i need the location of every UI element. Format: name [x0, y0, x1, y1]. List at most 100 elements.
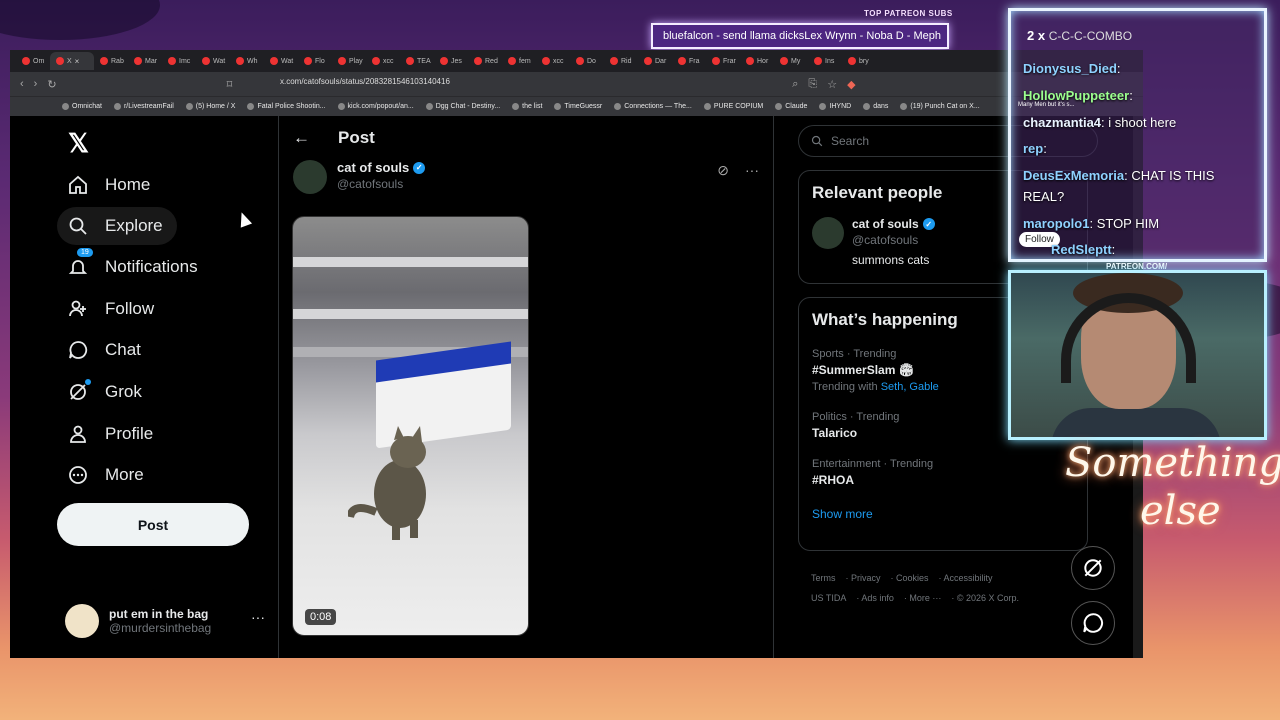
nav-profile[interactable]: Profile [57, 415, 167, 453]
tab-favicon-icon [406, 57, 414, 65]
bookmark-label: IHYND [829, 103, 852, 110]
browser-tab[interactable]: Jes [434, 52, 468, 70]
footer-link[interactable]: Privacy [851, 573, 881, 583]
browser-tab[interactable]: Dar [638, 52, 672, 70]
trend-with-names[interactable]: Seth, Gable [881, 381, 939, 393]
browser-tab[interactable]: Wh [230, 52, 264, 70]
x-logo-icon[interactable]: 𝕏 [68, 128, 89, 159]
account-switcher[interactable]: put em in the bag @murdersinthebag ··· [65, 601, 265, 641]
bookmark-item[interactable]: (5) Home / X [185, 103, 235, 110]
browser-tab[interactable]: Fra [672, 52, 706, 70]
bookmark-item[interactable]: PURE COPIUM [703, 103, 763, 110]
footer-link[interactable]: Terms [811, 573, 836, 583]
browser-tab[interactable]: Flo [298, 52, 332, 70]
footer-link[interactable]: More ··· [909, 593, 941, 603]
bookmark-item[interactable]: TimeGuessr [554, 103, 602, 110]
person-name[interactable]: cat of souls [852, 217, 919, 231]
trend-with-prefix: Trending with [812, 381, 878, 393]
nav-more[interactable]: More [57, 456, 158, 494]
browser-tab[interactable]: Play [332, 52, 366, 70]
bookmark-item[interactable]: Dgg Chat - Destiny... [425, 103, 500, 110]
bookmark-item[interactable]: r/LivestreamFail [113, 103, 174, 110]
browser-tab[interactable]: Rid [604, 52, 638, 70]
browser-tab[interactable]: Om [16, 52, 50, 70]
nav-follow-label: Follow [105, 299, 155, 318]
browser-tab[interactable]: TEA [400, 52, 434, 70]
trend-item[interactable]: Entertainment · Trending #RHOA [799, 440, 1087, 487]
nav-follow[interactable]: Follow [57, 290, 168, 328]
bookmark-icon[interactable]: ⌑ [227, 78, 233, 91]
video-duration: 0:08 [305, 609, 337, 625]
bookmark-item[interactable]: dans [863, 103, 888, 110]
browser-tab[interactable]: X × [50, 52, 94, 70]
forward-icon[interactable]: › [34, 78, 38, 90]
post-video[interactable]: 0:08 [292, 216, 529, 636]
extension-icon[interactable]: ◆ [847, 78, 855, 91]
palm-silhouette [0, 0, 160, 40]
bookmark-item[interactable]: (19) Punch Cat on X... [900, 103, 980, 110]
footer-link[interactable]: Accessibility [944, 573, 993, 583]
bookmark-item[interactable]: Fatal Police Shootin... [247, 103, 326, 110]
bookmark-item[interactable]: the list [512, 103, 542, 110]
browser-tab[interactable]: Wat [264, 52, 298, 70]
chat-text: : [1111, 242, 1116, 257]
show-more-link[interactable]: Show more [799, 487, 1087, 535]
chat-text: : i shoot here [1101, 115, 1177, 130]
more-options-icon[interactable]: ··· [745, 162, 759, 179]
bookmark-item[interactable]: IHYND [819, 103, 851, 110]
zoom-icon[interactable]: ⌕ [792, 78, 798, 91]
footer-link[interactable]: US TIDA [811, 593, 846, 603]
nav-home[interactable]: Home [57, 166, 164, 204]
browser-tab[interactable]: Do [570, 52, 604, 70]
grok-fab[interactable] [1071, 546, 1115, 590]
browser-tab[interactable]: My [774, 52, 808, 70]
chat-message: chazmantia4: i shoot here [1023, 115, 1176, 130]
tab-favicon-icon [236, 57, 244, 65]
reload-icon[interactable]: ↻ [47, 78, 56, 91]
author-name[interactable]: cat of souls [337, 160, 409, 175]
author-handle[interactable]: @catofsouls [337, 177, 425, 191]
footer-link[interactable]: Cookies [896, 573, 929, 583]
account-menu-icon[interactable]: ··· [251, 609, 265, 625]
chat-username: chazmantia4 [1023, 115, 1102, 130]
person-avatar[interactable] [812, 217, 844, 249]
post-column: ← Post cat of souls ✓ @catofsouls ⊘ ··· [278, 116, 774, 658]
browser-tab[interactable]: xcc [366, 52, 400, 70]
chat-username: Dionysus_Died [1023, 61, 1117, 76]
footer-link[interactable]: Ads info [861, 593, 894, 603]
browser-tab[interactable]: Frar [706, 52, 740, 70]
browser-tab[interactable]: xcc [536, 52, 570, 70]
browser-tab[interactable]: Imc [162, 52, 196, 70]
chat-tiny-text: Many Men but it's s... [1018, 102, 1075, 108]
nav-grok[interactable]: Grok [57, 373, 156, 411]
browser-tab[interactable]: bry [842, 52, 876, 70]
grok-icon[interactable]: ⊘ [717, 162, 729, 179]
tab-label: xcc [383, 57, 394, 65]
nav-explore-label: Explore [105, 216, 163, 235]
browser-tab[interactable]: Mar [128, 52, 162, 70]
browser-tab[interactable]: fem [502, 52, 536, 70]
browser-tab[interactable]: Ins [808, 52, 842, 70]
post-button[interactable]: Post [57, 503, 249, 546]
url-field[interactable]: x.com/catofsouls/status/2083281546103140… [280, 77, 450, 86]
close-tab-icon[interactable]: × [75, 57, 80, 66]
nav-notifications[interactable]: 19 Notifications [57, 248, 212, 286]
back-icon[interactable]: ‹ [20, 78, 24, 90]
messages-fab[interactable] [1071, 601, 1115, 645]
browser-tab[interactable]: Hor [740, 52, 774, 70]
author-avatar[interactable] [293, 160, 327, 194]
share-icon[interactable]: ⎘ [808, 78, 817, 91]
browser-tab[interactable]: Red [468, 52, 502, 70]
bookmark-item[interactable]: kick.com/popout/an... [337, 103, 414, 110]
nav-explore[interactable]: Explore [57, 207, 177, 245]
post-author[interactable]: cat of souls ✓ @catofsouls [293, 160, 426, 194]
chat-message: RedSleptt: [1051, 242, 1115, 257]
back-arrow-icon[interactable]: ← [293, 128, 310, 148]
bookmark-item[interactable]: Claude [775, 103, 807, 110]
bookmark-item[interactable]: Connections — The... [614, 103, 692, 110]
bookmark-item[interactable]: Omnichat [62, 103, 102, 110]
browser-tab[interactable]: Wat [196, 52, 230, 70]
browser-tab[interactable]: Rab [94, 52, 128, 70]
star-icon[interactable]: ☆ [827, 78, 837, 91]
nav-chat[interactable]: Chat [57, 331, 155, 369]
